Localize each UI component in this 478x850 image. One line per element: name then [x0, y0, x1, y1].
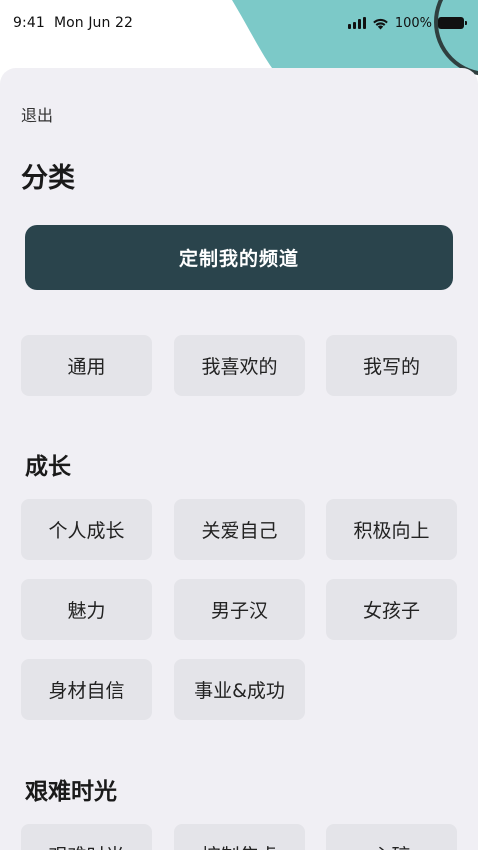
cellular-signal-icon	[347, 17, 366, 29]
chip-positivity[interactable]: 积极向上	[326, 499, 457, 560]
chip-my-writings[interactable]: 我写的	[326, 335, 457, 396]
status-time: 9:41 Mon Jun 22	[13, 15, 133, 31]
chip-girls[interactable]: 女孩子	[326, 579, 457, 640]
chip-heartbreak[interactable]: 心碎	[326, 824, 457, 850]
chip-manhood[interactable]: 男子汉	[174, 579, 305, 640]
chip-career-success[interactable]: 事业&成功	[174, 659, 305, 720]
chip-body-confidence[interactable]: 身材自信	[21, 659, 152, 720]
category-sheet: 退出 分类 定制我的频道 通用 我喜欢的 我写的 成长 个人成长 关爱自己 积极…	[0, 68, 478, 850]
status-clock: 9:41	[13, 15, 45, 31]
section-title-growth: 成长	[25, 454, 71, 480]
exit-button[interactable]: 退出	[21, 102, 53, 126]
page-title: 分类	[21, 163, 75, 194]
battery-percentage: 100%	[394, 15, 432, 31]
chip-control-anxiety[interactable]: 控制焦虑	[174, 824, 305, 850]
section-title-hard-times: 艰难时光	[25, 779, 117, 805]
status-indicators: 100%	[347, 13, 467, 33]
battery-icon	[438, 17, 467, 29]
chip-personal-growth[interactable]: 个人成长	[21, 499, 152, 560]
status-bar: 9:41 Mon Jun 22 100%	[0, 0, 478, 48]
chip-general[interactable]: 通用	[21, 335, 152, 396]
chip-self-care[interactable]: 关爱自己	[174, 499, 305, 560]
wifi-icon	[373, 18, 388, 29]
chip-hard-times[interactable]: 艰难时光	[21, 824, 152, 850]
status-date: Mon Jun 22	[53, 15, 134, 31]
chip-my-favorites[interactable]: 我喜欢的	[174, 335, 305, 396]
chip-charm[interactable]: 魅力	[21, 579, 152, 640]
customize-channel-button[interactable]: 定制我的频道	[25, 225, 453, 290]
